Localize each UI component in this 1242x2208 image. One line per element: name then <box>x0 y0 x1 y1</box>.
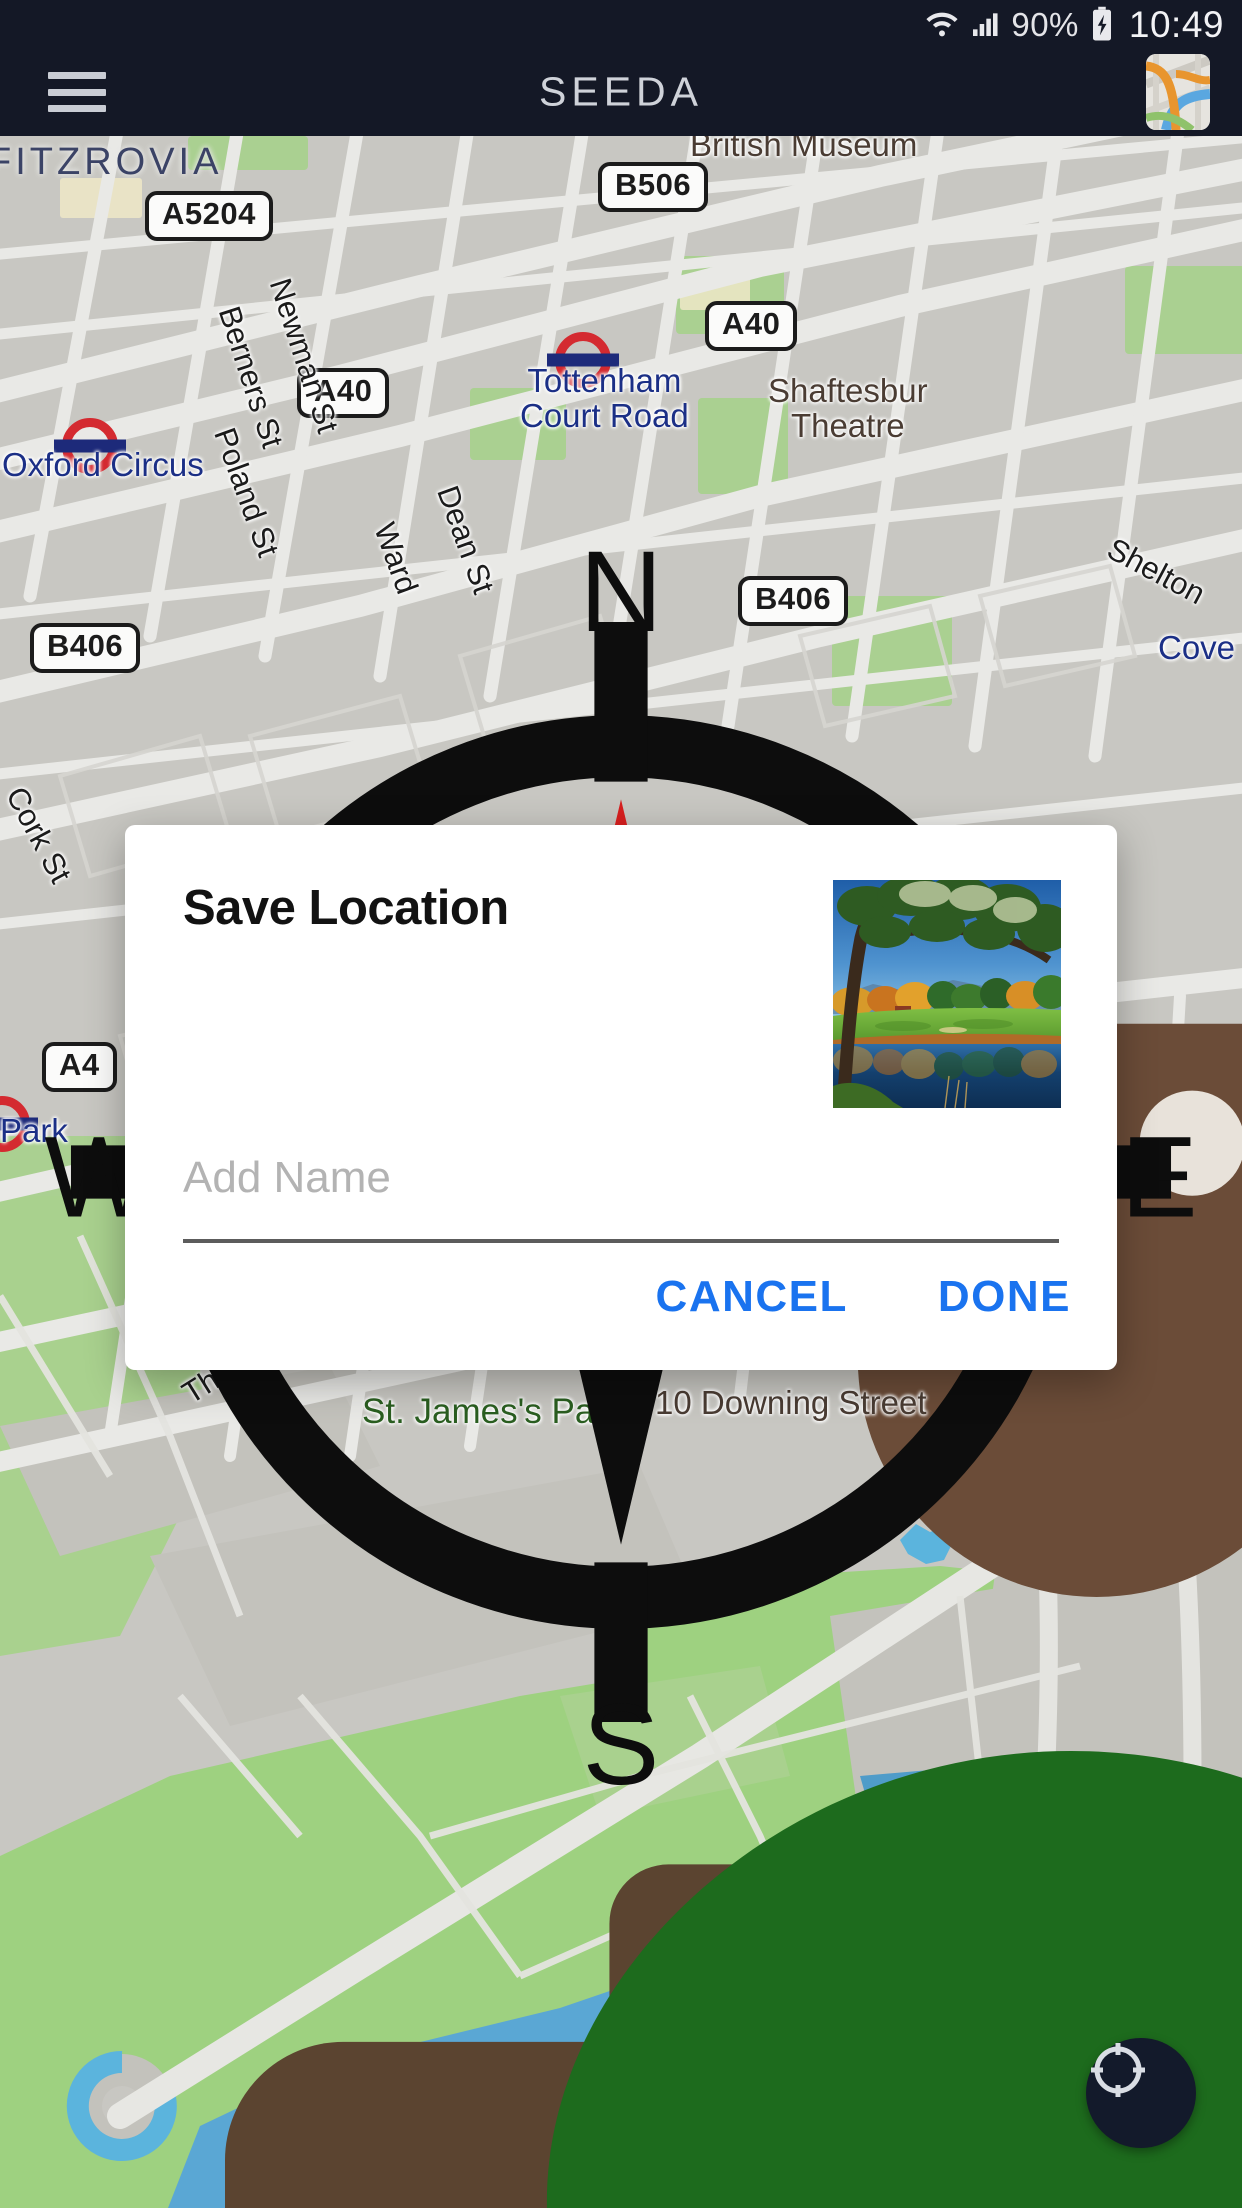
location-thumbnail[interactable] <box>833 880 1061 1108</box>
save-location-dialog: Save Location Add Name CANCEL DONE <box>125 825 1117 1370</box>
autumn-park-lake-photo <box>833 880 1061 1108</box>
done-button[interactable]: DONE <box>934 1266 1075 1328</box>
cancel-button[interactable]: CANCEL <box>652 1266 852 1328</box>
location-name-input[interactable] <box>183 1147 1059 1209</box>
dialog-actions: CANCEL DONE <box>652 1266 1075 1328</box>
dialog-title: Save Location <box>183 881 509 935</box>
app-root: 90% 10:49 SEEDA A5204 B506 A40 A40 B406 … <box>0 0 1242 2208</box>
name-field-wrapper <box>183 1147 1059 1243</box>
input-underline <box>183 1239 1059 1243</box>
